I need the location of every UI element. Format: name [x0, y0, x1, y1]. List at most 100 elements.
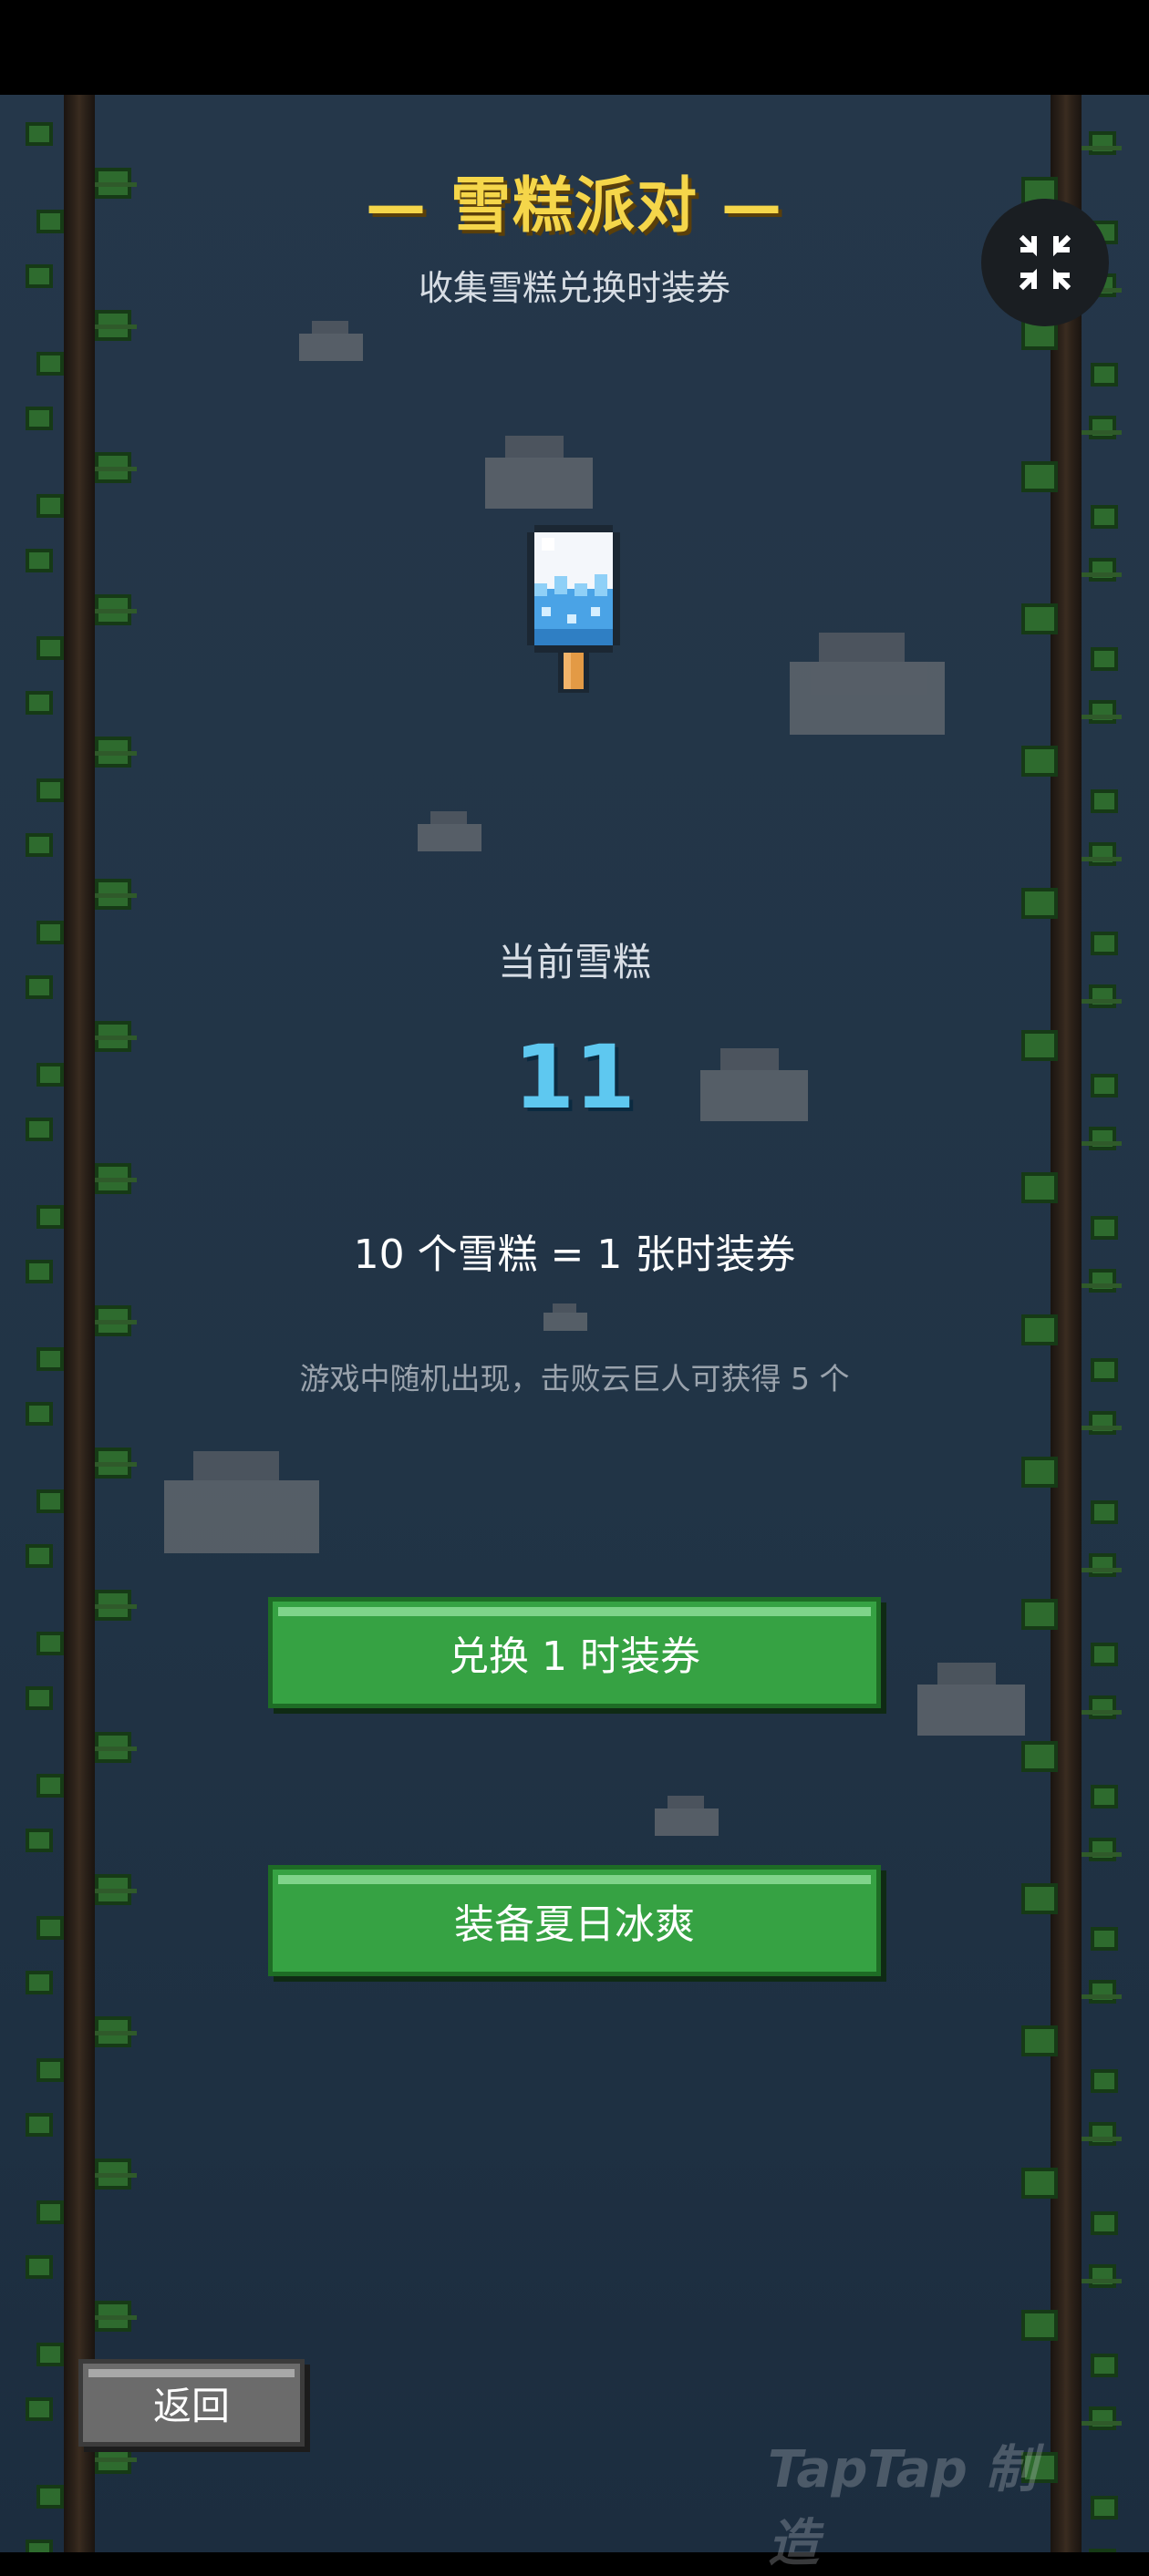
equip-button[interactable]: 装备夏日冰爽 [268, 1865, 881, 1976]
back-button-label: 返回 [152, 2383, 230, 2428]
vine-leaf [1091, 1927, 1118, 1951]
vine-leaf [1021, 1457, 1058, 1488]
current-count-label: 当前雪糕 [497, 940, 651, 984]
vine-leaf [1091, 2354, 1118, 2377]
vine-leaf [36, 1489, 64, 1513]
vine-twig [95, 2458, 137, 2462]
hint-text: 游戏中随机出现，击败云巨人可获得 5 个 [299, 1361, 850, 1396]
vine-twig [1082, 1568, 1122, 1572]
vine-leaf [26, 122, 53, 146]
vine-twig [95, 609, 137, 613]
vine-leaf [1021, 461, 1058, 492]
vine-leaf [36, 778, 64, 802]
vine-twig [95, 2031, 137, 2035]
vine-leaf [1021, 1172, 1058, 1203]
vine-leaf [1021, 746, 1058, 777]
vine-leaf [1021, 1741, 1058, 1772]
vine-leaf [36, 2058, 64, 2082]
cloud [485, 436, 593, 509]
cloud [299, 321, 363, 361]
vine-leaf [1091, 1500, 1118, 1524]
page-title: — 雪糕派对 — [366, 170, 783, 241]
vine-twig [95, 325, 137, 329]
vine-twig [95, 751, 137, 756]
vine-leaf [26, 549, 53, 572]
vine-twig [1082, 1283, 1122, 1288]
vine-leaf [26, 407, 53, 430]
vine-leaf [1021, 1314, 1058, 1345]
vine-leaf [1091, 1643, 1118, 1666]
vine-leaf [1089, 2549, 1116, 2552]
vine-leaf [1021, 2310, 1058, 2341]
vine-twig [95, 1747, 137, 1751]
exchange-button[interactable]: 兑换 1 时装券 [268, 1597, 881, 1708]
cloud [790, 633, 945, 735]
vine-leaf [1089, 842, 1116, 866]
equip-button-label: 装备夏日冰爽 [454, 1901, 695, 1948]
vine-leaf [1091, 2211, 1118, 2235]
vine-leaf [36, 352, 64, 376]
vine-leaf [26, 1686, 53, 1710]
vine-leaf [1021, 603, 1058, 634]
cloud [164, 1451, 319, 1553]
exchange-rate-text: 10 个雪糕 = 1 张时装券 [353, 1231, 796, 1278]
back-button[interactable]: 返回 [78, 2359, 305, 2447]
vine-leaf [36, 1916, 64, 1940]
vine-leaf [1089, 1411, 1116, 1435]
cloud [418, 811, 481, 851]
vine-leaf [1091, 647, 1118, 671]
vine-twig [1082, 999, 1122, 1004]
vine-twig [95, 2173, 137, 2178]
vine-twig [95, 467, 137, 471]
vine-leaf [26, 1829, 53, 1852]
vine-leaf [1089, 1838, 1116, 1861]
vine-leaf [1089, 1695, 1116, 1719]
vine-leaf [1091, 2069, 1118, 2093]
cloud [543, 1303, 587, 1331]
vine-leaf [1089, 2122, 1116, 2146]
vine-leaf [1091, 789, 1118, 813]
taptap-watermark: TapTap 制造 [768, 2440, 1037, 2573]
vine-leaf [26, 2397, 53, 2421]
vine-twig [1082, 2279, 1122, 2283]
vine-twig [95, 1889, 137, 1893]
vine-twig [1082, 1426, 1122, 1430]
vine-leaf [36, 1632, 64, 1655]
vine-leaf [26, 691, 53, 715]
vine-leaf [1021, 888, 1058, 919]
vine-twig [1082, 1141, 1122, 1146]
vine-leaf [1091, 505, 1118, 529]
game-scene [0, 95, 1149, 2552]
vine-leaf [36, 2485, 64, 2509]
vine-leaf [26, 1402, 53, 1426]
vine-leaf [26, 2113, 53, 2137]
vine-twig [1082, 2137, 1122, 2141]
vine-leaf [1089, 700, 1116, 724]
vine-leaf [26, 2255, 53, 2279]
vine-leaf [1089, 558, 1116, 582]
vine-twig [1082, 146, 1122, 150]
vine-twig [1082, 1710, 1122, 1715]
vine-leaf [1091, 1785, 1118, 1808]
vine-leaf [1089, 1553, 1116, 1577]
vine-leaf [1089, 2264, 1116, 2288]
vine-twig [1082, 1994, 1122, 1999]
vine-leaf [1021, 1883, 1058, 1914]
vine-twig [1082, 572, 1122, 577]
cloud [917, 1663, 1025, 1736]
vine-leaf [1089, 1980, 1116, 2004]
vine-leaf [1091, 2496, 1118, 2519]
vine-leaf [1089, 1127, 1116, 1150]
vine-leaf [26, 833, 53, 857]
vine-twig [95, 893, 137, 898]
cloud [655, 1796, 719, 1836]
vine-twig [1082, 430, 1122, 435]
vine-twig [95, 1604, 137, 1609]
vine-twig [1082, 857, 1122, 861]
vine-leaf [26, 2540, 53, 2552]
vine-leaf [36, 494, 64, 518]
vine-twig [1082, 1852, 1122, 1857]
page-subtitle: 收集雪糕兑换时装券 [418, 268, 730, 308]
vine-leaf [36, 2343, 64, 2366]
vine-leaf [1021, 1599, 1058, 1630]
